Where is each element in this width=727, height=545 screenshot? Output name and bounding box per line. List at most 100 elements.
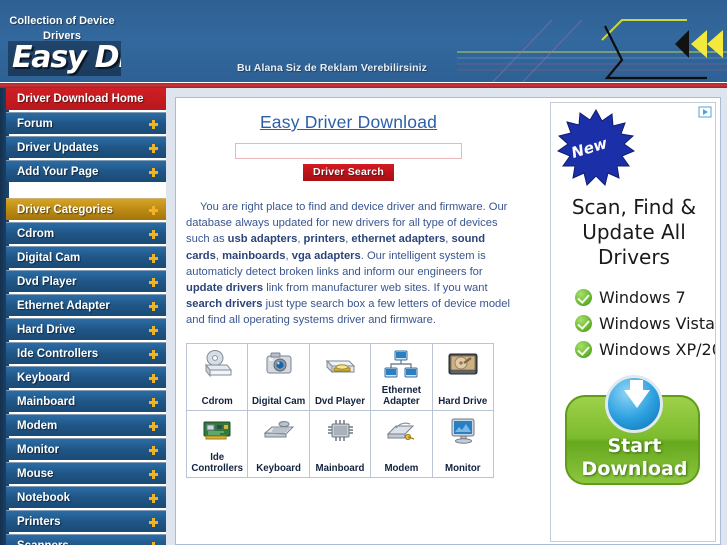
sidebar-item-label: Mainboard <box>17 396 76 408</box>
header-tagline: Collection of Device Drivers <box>9 15 115 42</box>
chevron-right-icon <box>149 144 158 153</box>
chevron-right-icon <box>149 206 158 215</box>
chevron-right-icon <box>149 374 158 383</box>
grid-item-digital-cam[interactable]: Digital Cam <box>248 343 310 411</box>
sidebar-item-dvd-player[interactable]: Dvd Player <box>6 270 166 292</box>
sidebar-item-label: Notebook <box>17 492 71 504</box>
intro-paragraph: You are right place to find and device d… <box>186 199 511 329</box>
ad-os-item: Windows 7 <box>575 288 715 307</box>
grid-item-ide-controllers[interactable]: Ide Controllers <box>187 410 249 478</box>
sidebar-item-label: Driver Download Home <box>17 93 144 105</box>
chevron-right-icon <box>149 168 158 177</box>
site-header: Collection of Device Drivers Easy Driv B… <box>0 0 727 88</box>
page-root: Collection of Device Drivers Easy Driv B… <box>0 0 727 545</box>
monitor-icon <box>451 418 475 444</box>
chevron-right-icon <box>149 326 158 335</box>
camera-icon <box>266 352 292 374</box>
grid-item-label: Monitor <box>445 462 481 474</box>
sidebar-item-scanners[interactable]: Scanners <box>6 534 166 545</box>
sidebar-nav: Driver Download Home Forum Driver Update… <box>6 88 166 545</box>
modem-icon <box>387 422 415 440</box>
grid-item-label: Keyboard <box>256 462 301 474</box>
keyboard-icon <box>263 420 294 438</box>
sidebar-item-printers[interactable]: Printers <box>6 510 166 532</box>
sidebar-item-label: Keyboard <box>17 372 71 384</box>
sidebar-item-cdrom[interactable]: Cdrom <box>6 222 166 244</box>
chevron-right-icon <box>149 254 158 263</box>
harddisk-icon <box>448 353 478 375</box>
sidebar-item-label: Dvd Player <box>17 276 77 288</box>
sidebar-item-forum[interactable]: Forum <box>6 112 166 134</box>
sidebar-item-ide-controllers[interactable]: Ide Controllers <box>6 342 166 364</box>
chevron-right-icon <box>149 494 158 503</box>
grid-item-label: Ethernet Adapter <box>381 384 422 407</box>
sidebar-item-modem[interactable]: Modem <box>6 414 166 436</box>
intro-keyword: mainboards <box>222 249 286 262</box>
sidebar-item-label: Ide Controllers <box>17 348 99 360</box>
header-ad-slot-text: Bu Alana Siz de Reklam Verebilirsiniz <box>236 62 428 74</box>
ad-os-label: Windows XP/20 <box>599 340 716 359</box>
grid-item-cdrom[interactable]: Cdrom <box>187 343 249 411</box>
chip-icon <box>327 419 353 441</box>
chevron-right-icon <box>149 120 158 129</box>
grid-item-hard-drive[interactable]: Hard Drive <box>432 343 494 411</box>
sidebar-item-label: Hard Drive <box>17 324 76 336</box>
site-logo[interactable]: Easy Driv <box>8 41 121 76</box>
download-arrow-icon <box>605 375 663 433</box>
chevron-right-icon <box>149 446 158 455</box>
sidebar-item-mouse[interactable]: Mouse <box>6 462 166 484</box>
sidebar-item-driver-updates[interactable]: Driver Updates <box>6 136 166 158</box>
sidebar-item-driver-download-home[interactable]: Driver Download Home <box>6 88 166 110</box>
logo-text: Easy Driv <box>12 41 121 75</box>
sidebar-item-ethernet-adapter[interactable]: Ethernet Adapter <box>6 294 166 316</box>
grid-item-monitor[interactable]: Monitor <box>432 410 494 478</box>
chevron-right-icon <box>149 398 158 407</box>
adchoices-icon[interactable] <box>698 106 712 118</box>
sidebar-item-digital-cam[interactable]: Digital Cam <box>6 246 166 268</box>
intro-keyword: vga adapters <box>291 249 361 262</box>
sidebar-item-monitor[interactable]: Monitor <box>6 438 166 460</box>
grid-item-mainboard[interactable]: Mainboard <box>309 410 372 478</box>
search-input[interactable] <box>235 143 462 159</box>
sidebar-advertisement[interactable]: New Scan, Find & Update All Drivers Wind… <box>550 102 716 542</box>
sidebar-item-add-your-page[interactable]: Add Your Page <box>6 160 166 182</box>
intro-keyword: ethernet adapters <box>351 233 446 246</box>
grid-item-dvd-player[interactable]: Dvd Player <box>309 343 372 411</box>
check-circle-icon <box>575 341 592 358</box>
sidebar-item-label: Mouse <box>17 468 54 480</box>
content-panel: Easy Driver Download Driver Search You a… <box>175 97 721 545</box>
ad-os-list: Windows 7 Windows Vista Windows XP/20 <box>575 288 716 366</box>
header-decoration-graphic <box>457 19 727 88</box>
cdrom-icon <box>205 349 233 378</box>
grid-item-modem[interactable]: Modem <box>371 410 433 478</box>
sidebar-item-label: Driver Updates <box>17 142 99 154</box>
grid-item-label: Dvd Player <box>314 395 366 407</box>
sidebar-item-hard-drive[interactable]: Hard Drive <box>6 318 166 340</box>
sidebar-item-mainboard[interactable]: Mainboard <box>6 390 166 412</box>
grid-item-label: Cdrom <box>201 395 233 407</box>
check-circle-icon <box>575 289 592 306</box>
network-icon <box>384 350 418 378</box>
chevron-right-icon <box>149 350 158 359</box>
sidebar-item-keyboard[interactable]: Keyboard <box>6 366 166 388</box>
intro-keyword: search drivers <box>186 298 263 311</box>
chevron-right-icon <box>149 422 158 431</box>
intro-keyword: usb adapters <box>227 233 298 246</box>
sidebar-item-notebook[interactable]: Notebook <box>6 486 166 508</box>
driver-search-button[interactable]: Driver Search <box>303 164 394 181</box>
sidebar-item-label: Scanners <box>17 540 69 545</box>
page-title[interactable]: Easy Driver Download <box>186 112 511 133</box>
sidebar-item-label: Printers <box>17 516 61 528</box>
grid-item-keyboard[interactable]: Keyboard <box>248 410 310 478</box>
chevron-right-icon <box>149 230 158 239</box>
chevron-right-icon <box>149 302 158 311</box>
sidebar-item-label: Ethernet Adapter <box>17 300 110 312</box>
ide-card-icon <box>203 421 231 440</box>
sidebar-item-label: Digital Cam <box>17 252 81 264</box>
grid-item-ethernet-adapter[interactable]: Ethernet Adapter <box>371 343 433 411</box>
intro-keyword: update drivers <box>186 282 264 295</box>
start-download-button[interactable]: Start Download <box>565 375 700 485</box>
sidebar-section-driver-categories[interactable]: Driver Categories <box>6 198 166 220</box>
start-download-label: Start Download <box>581 435 688 480</box>
chevron-right-icon <box>149 470 158 479</box>
